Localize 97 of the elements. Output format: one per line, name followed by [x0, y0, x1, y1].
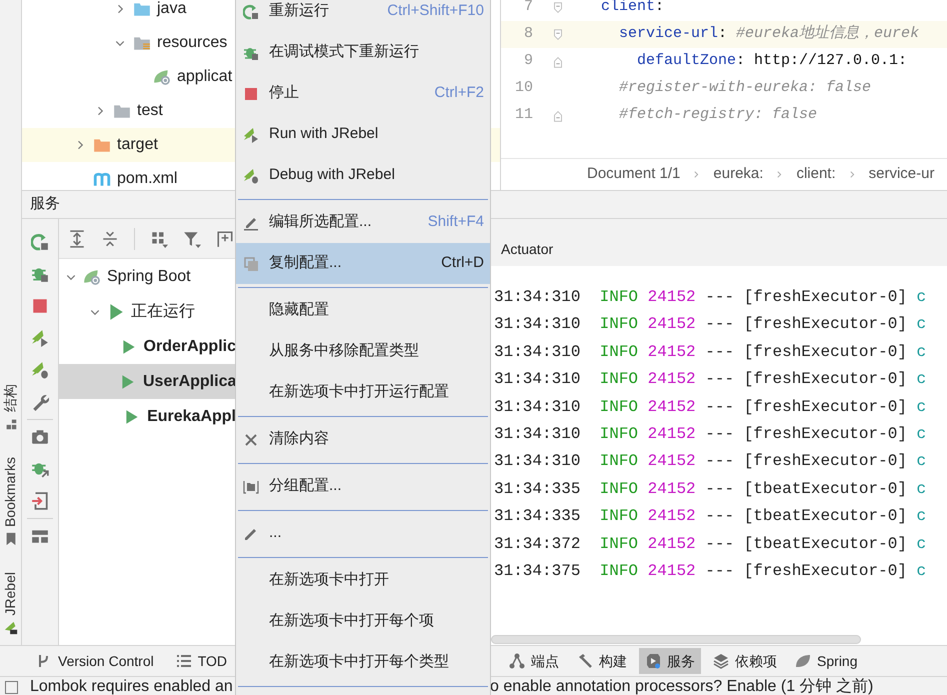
log-pid: 24152 [648, 561, 696, 582]
line-number: 7 [522, 0, 533, 18]
log-logger: c [916, 561, 926, 582]
log-level: INFO [600, 424, 638, 446]
log-time: 31:34:310 [494, 287, 580, 308]
log-logger: c [916, 506, 926, 528]
code-text: : [718, 24, 728, 44]
log-time: 31:34:335 [494, 478, 580, 500]
log-separator: --- [705, 369, 734, 390]
code-text: #register-with-eureka: false [618, 78, 872, 98]
log-level: INFO [600, 314, 638, 336]
log-pid: 24152 [648, 478, 696, 500]
log-logger: c [916, 534, 926, 555]
log-separator: --- [705, 342, 734, 363]
code-text: defaultZone [636, 51, 736, 72]
tree-label: target [117, 135, 158, 155]
panel-title: 服务 [30, 194, 60, 214]
log-thread: [freshExecutor-0] [744, 451, 907, 472]
log-separator: --- [705, 314, 734, 336]
line-number: 9 [522, 51, 533, 72]
log-separator: --- [705, 534, 734, 555]
log-pid: 24152 [648, 396, 696, 418]
shortcut: Ctrl+D [441, 253, 484, 274]
log-level: INFO [600, 534, 638, 555]
log-time: 31:34:310 [494, 342, 580, 363]
log-thread: [freshExecutor-0] [744, 424, 907, 446]
log-logger: c [916, 369, 926, 390]
log-pid: 24152 [648, 534, 696, 555]
log-separator: --- [705, 561, 734, 582]
line-number: 8 [522, 24, 533, 44]
log-thread: [freshExecutor-0] [744, 396, 907, 418]
code-text: #eureka地址信息，eurek [736, 24, 920, 44]
log-pid: 24152 [648, 369, 696, 390]
log-time: 31:34:375 [494, 561, 580, 582]
log-separator: --- [705, 478, 734, 500]
log-thread: [freshExecutor-0] [744, 561, 907, 582]
log-separator: --- [705, 424, 734, 446]
log-thread: [freshExecutor-0] [744, 287, 907, 308]
tree-label: resources [157, 33, 228, 53]
log-level: INFO [600, 342, 638, 363]
log-separator: --- [705, 287, 734, 308]
tree-label: 正在运行 [131, 302, 195, 322]
log-separator: --- [705, 396, 734, 418]
log-separator: --- [705, 506, 734, 528]
log-logger: c [916, 396, 926, 418]
log-time: 31:34:310 [494, 451, 580, 472]
tree-label: applicat [177, 67, 232, 87]
log-logger: c [916, 478, 926, 500]
tree-label: UserApplica [143, 372, 236, 392]
log-pid: 24152 [648, 342, 696, 363]
log-level: INFO [600, 396, 638, 418]
tree-label: test [137, 101, 163, 121]
log-pid: 24152 [648, 287, 696, 308]
code-text: : [655, 0, 664, 18]
log-logger: c [916, 424, 926, 446]
line-number: 10 [514, 78, 533, 98]
log-pid: 24152 [648, 451, 696, 472]
status-message: Lombok requires enabled an [30, 677, 230, 695]
tree-label: java [157, 0, 186, 19]
code-text: : http://127.0.0.1: [736, 51, 908, 72]
log-level: INFO [600, 561, 638, 582]
shortcut: Shift+F4 [428, 212, 484, 232]
tree-label: EurekaAppl [147, 406, 236, 426]
log-thread: [tbeatExecutor-0] [744, 534, 907, 555]
shortcut: Ctrl+Shift+F10 [387, 1, 484, 22]
log-pid: 24152 [648, 424, 696, 446]
log-thread: [freshExecutor-0] [744, 314, 907, 336]
log-time: 31:34:310 [494, 314, 580, 336]
tree-label: Spring Boot [107, 266, 191, 286]
log-time: 31:34:310 [494, 424, 580, 446]
log-level: INFO [600, 287, 638, 308]
tree-label: OrderApplic [144, 336, 236, 356]
log-logger: c [916, 314, 926, 336]
log-level: INFO [600, 478, 638, 500]
log-level: INFO [600, 451, 638, 472]
tree-label: pom.xml [117, 169, 178, 189]
line-number: 11 [514, 105, 533, 126]
log-pid: 24152 [648, 506, 696, 528]
shortcut: Ctrl+F2 [434, 83, 484, 104]
log-time: 31:34:335 [494, 506, 580, 528]
log-time: 31:34:372 [494, 534, 580, 555]
log-thread: [freshExecutor-0] [744, 369, 907, 390]
log-thread: [tbeatExecutor-0] [744, 506, 907, 528]
log-level: INFO [600, 369, 638, 390]
log-time: 31:34:310 [494, 369, 580, 390]
log-pid: 24152 [648, 314, 696, 336]
log-logger: c [916, 342, 926, 363]
log-thread: [tbeatExecutor-0] [744, 478, 907, 500]
code-text: service-url [618, 24, 718, 44]
log-level: INFO [600, 506, 638, 528]
status-message: o enable annotation processors? Enable (1 分钟 之前) [490, 677, 874, 695]
log-time: 31:34:310 [494, 396, 580, 418]
code-text: #fetch-registry: false [618, 105, 818, 126]
log-logger: c [916, 287, 926, 308]
log-thread: [freshExecutor-0] [744, 342, 907, 363]
log-separator: --- [705, 451, 734, 472]
log-logger: c [916, 451, 926, 472]
